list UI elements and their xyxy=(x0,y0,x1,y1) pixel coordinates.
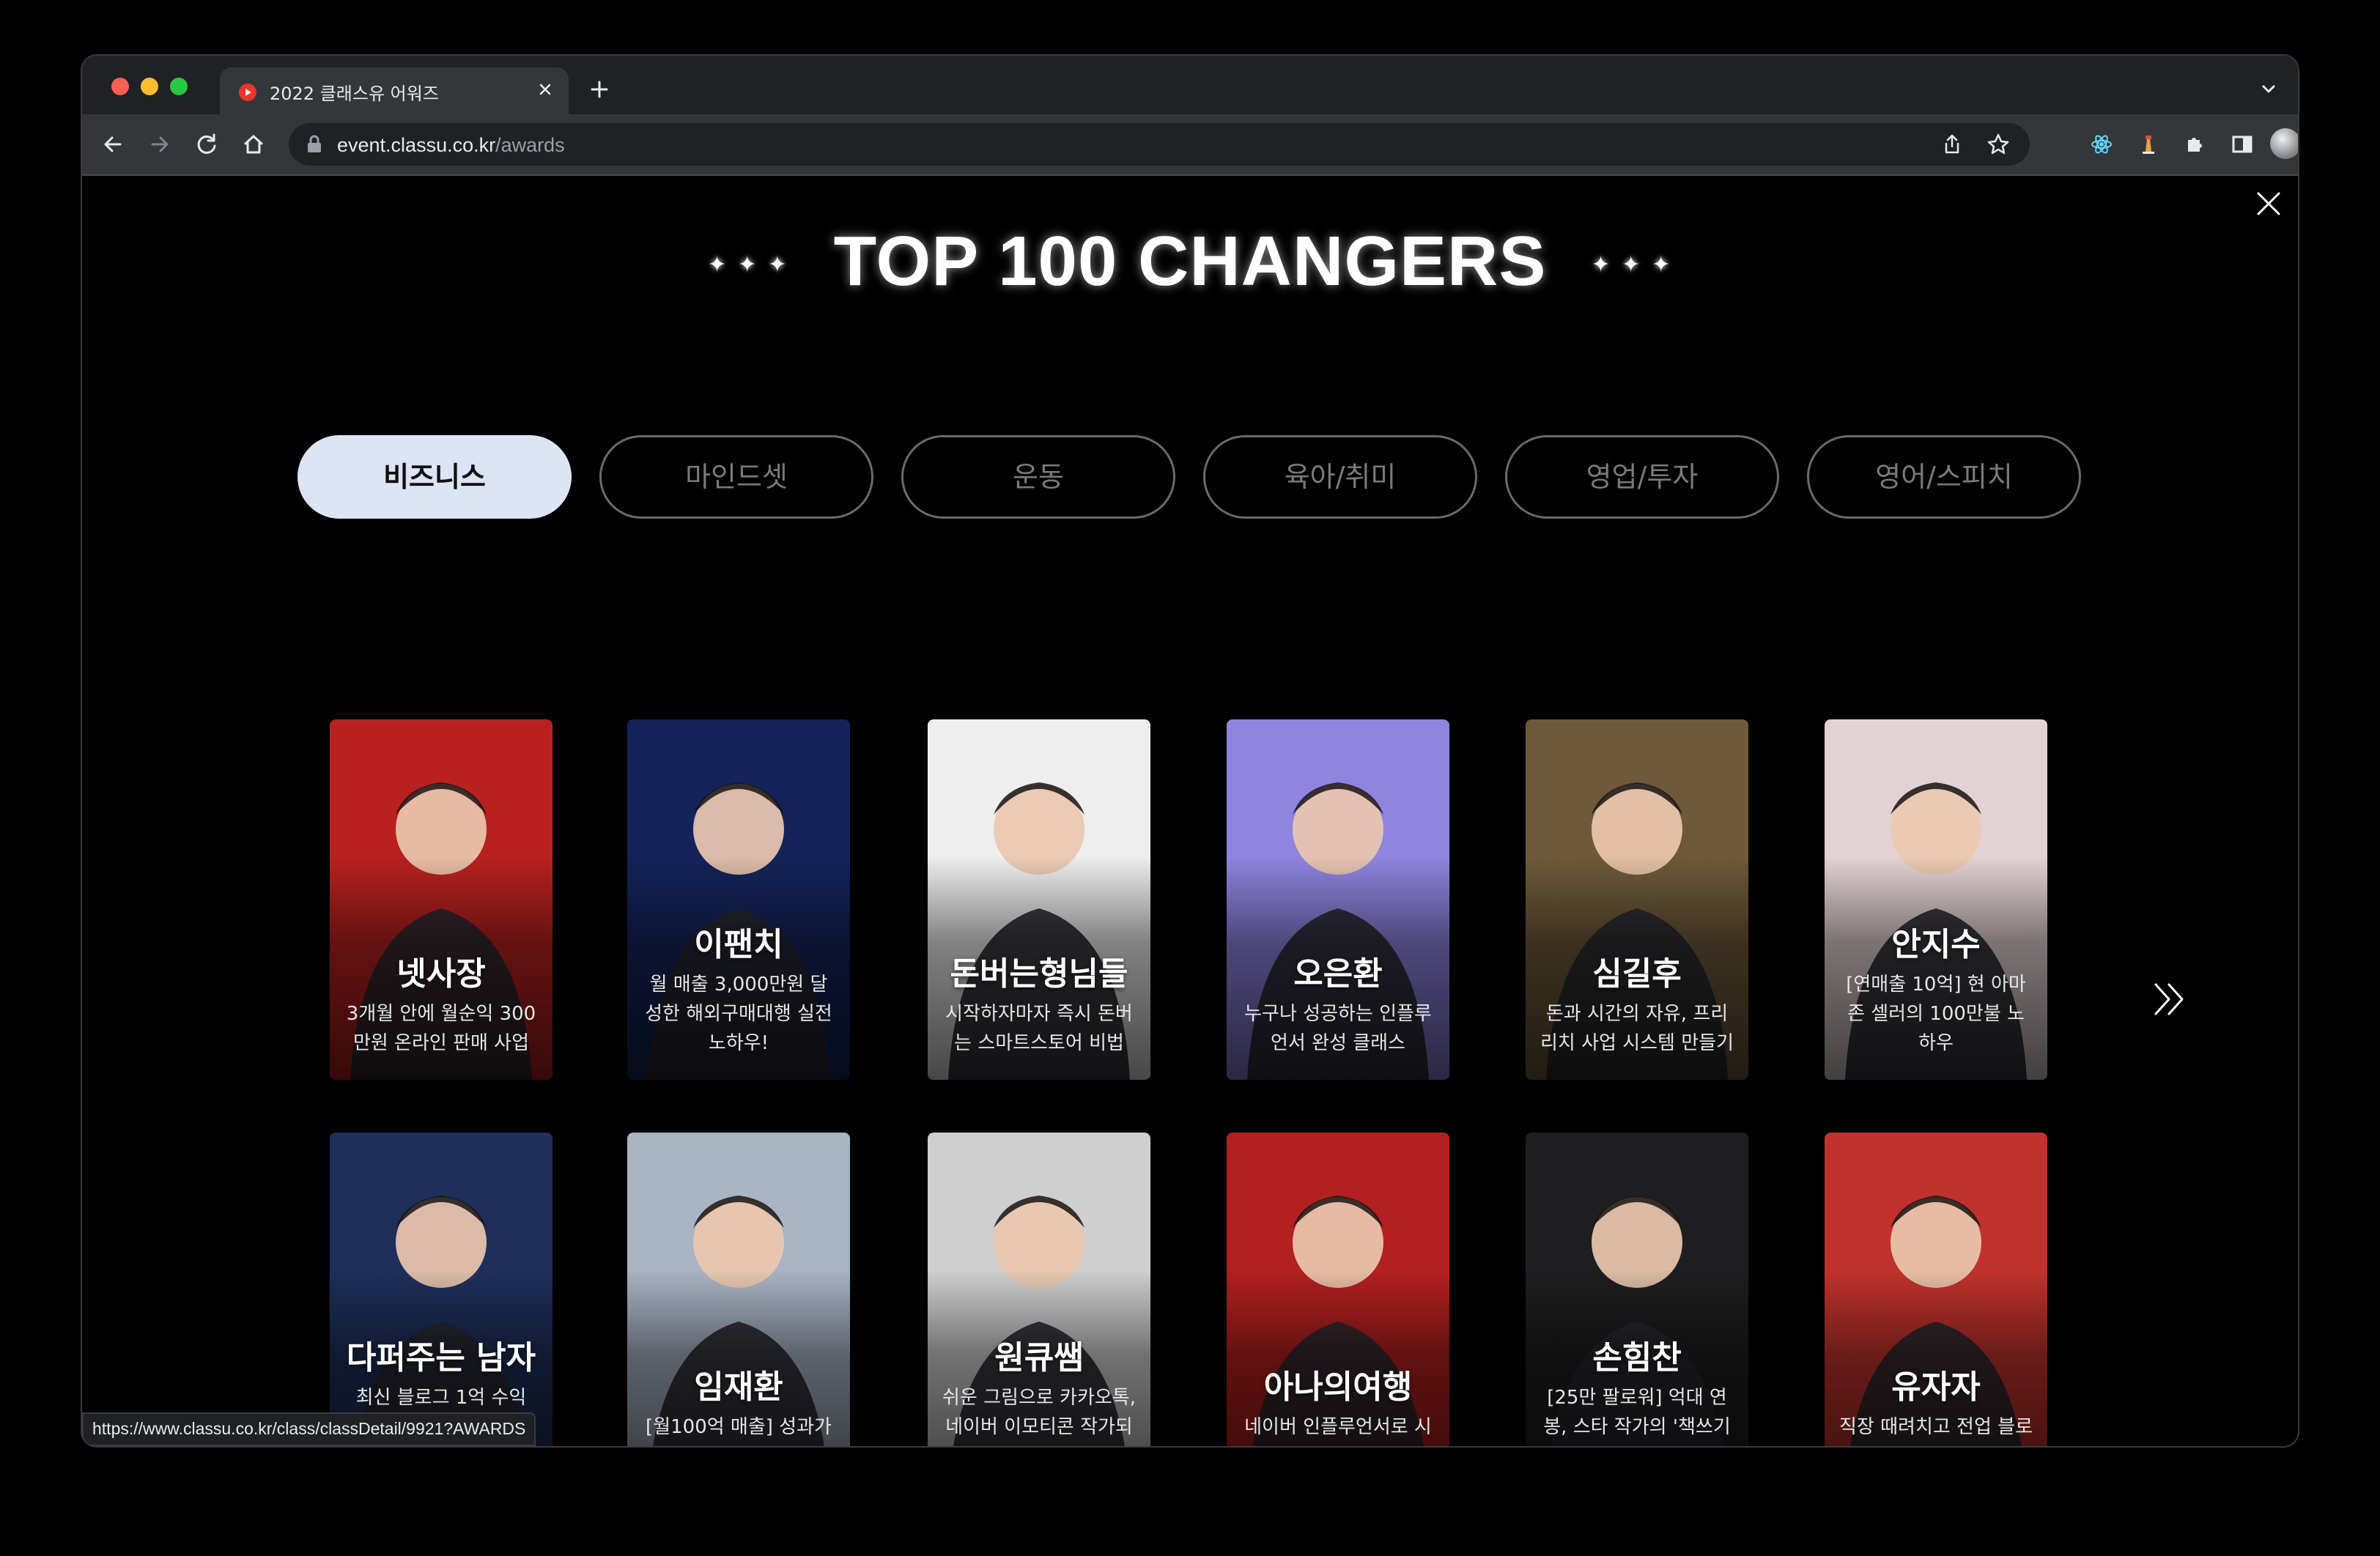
card-name: 임재환 xyxy=(694,1368,783,1406)
double-chevron-right-icon[interactable] xyxy=(2150,979,2191,1020)
browser-toolbar: event.classu.co.kr/awards xyxy=(82,114,2298,176)
card-description: 시작하자마자 즉시 돈버는 스마트스토어 비법 xyxy=(945,1003,1133,1054)
card-info: 돈버는형님들시작하자마자 즉시 돈버는 스마트스토어 비법 xyxy=(928,957,1150,1058)
star-icon[interactable] xyxy=(1986,132,2011,157)
card-info: 원큐쌤쉬운 그림으로 카카오톡, 네이버 이모티콘 작가되기 xyxy=(928,1339,1150,1447)
card-info: 이팬치월 매출 3,000만원 달성한 해외구매대행 실전 노하우! xyxy=(627,927,850,1058)
reload-icon[interactable] xyxy=(192,130,221,159)
card-info: 유자자직장 때려치고 전업 블로그로 대기업 연봉벌기! xyxy=(1825,1368,2047,1447)
card-description: 네이버 인플루언서로 시간당 10만원 수익! xyxy=(1244,1416,1432,1446)
card-name: 심길후 xyxy=(1592,955,1682,993)
minimize-window-button[interactable] xyxy=(141,78,158,95)
card-info: 심길후돈과 시간의 자유, 프리리치 사업 시스템 만들기 xyxy=(1526,957,1748,1058)
address-bar[interactable]: event.classu.co.kr/awards xyxy=(289,123,2030,166)
card-description: [월100억 매출] 성과가 따라오는 마케팅 본질 xyxy=(646,1416,832,1446)
changer-card[interactable]: 손힘찬 [25만 팔로워] 억대 연봉, 스타 작가의 '책쓰기 노하우' xyxy=(1526,1133,1748,1446)
changer-card[interactable]: 안지수 [연매출 10억] 현 아마존 셀러의 100만불 노하우 xyxy=(1825,719,2047,1080)
card-info: 넷사장 3개월 안에 월순익 300만원 온라인 판매 사업 xyxy=(330,957,552,1058)
card-info: 임재환 [월100억 매출] 성과가 따라오는 마케팅 본질 xyxy=(627,1368,850,1447)
card-info: 손힘찬 [25만 팔로워] 억대 연봉, 스타 작가의 '책쓰기 노하우' xyxy=(1526,1339,1748,1447)
card-name: 아나의여행 xyxy=(1263,1368,1413,1406)
card-description: 쉬운 그림으로 카카오톡, 네이버 이모티콘 작가되기 xyxy=(942,1387,1136,1446)
card-description: 3개월 안에 월순익 300만원 온라인 판매 사업 xyxy=(346,1003,536,1054)
card-name: 원큐쌤 xyxy=(994,1339,1084,1377)
card-name: 이팬치 xyxy=(694,926,783,963)
forward-arrow-icon[interactable] xyxy=(145,130,174,159)
close-icon[interactable] xyxy=(2252,188,2285,220)
changer-card[interactable]: 유자자직장 때려치고 전업 블로그로 대기업 연봉벌기! xyxy=(1825,1133,2047,1446)
card-name: 안지수 xyxy=(1891,926,1981,963)
profile-avatar[interactable] xyxy=(2270,128,2298,159)
category-tab-exercise[interactable]: 운동 xyxy=(901,435,1175,519)
url-text: event.classu.co.kr/awards xyxy=(337,134,565,156)
changer-card[interactable]: 심길후돈과 시간의 자유, 프리리치 사업 시스템 만들기 xyxy=(1526,719,1748,1080)
tab-strip: 2022 클래스유 어워즈 xyxy=(82,56,2298,114)
card-info: 안지수 [연매출 10억] 현 아마존 셀러의 100만불 노하우 xyxy=(1825,927,2047,1058)
card-description: 직장 때려치고 전업 블로그로 대기업 연봉벌기! xyxy=(1839,1416,2033,1446)
changer-card[interactable]: 임재환 [월100억 매출] 성과가 따라오는 마케팅 본질 xyxy=(627,1133,850,1446)
plus-icon[interactable] xyxy=(588,78,611,101)
changer-card[interactable]: 돈버는형님들시작하자마자 즉시 돈버는 스마트스토어 비법 xyxy=(928,719,1150,1080)
lighthouse-extension-icon[interactable] xyxy=(2134,130,2163,159)
card-description: [25만 팔로워] 억대 연봉, 스타 작가의 '책쓰기 노하우' xyxy=(1543,1387,1731,1446)
category-tab-mindset[interactable]: 마인드셋 xyxy=(599,435,873,519)
changer-card[interactable]: 오은환누구나 성공하는 인플루언서 완성 클래스 xyxy=(1227,719,1449,1080)
card-description: [연매출 10억] 현 아마존 셀러의 100만불 노하우 xyxy=(1846,974,2026,1054)
card-description: 돈과 시간의 자유, 프리리치 사업 시스템 만들기 xyxy=(1540,1003,1734,1054)
changer-card[interactable]: 아나의여행네이버 인플루언서로 시간당 10만원 수익! xyxy=(1227,1133,1449,1446)
back-arrow-icon[interactable] xyxy=(98,130,128,159)
changer-card[interactable]: 이팬치월 매출 3,000만원 달성한 해외구매대행 실전 노하우! xyxy=(627,719,850,1080)
card-name: 유자자 xyxy=(1891,1368,1981,1406)
react-extension-icon[interactable] xyxy=(2087,130,2116,159)
lock-icon[interactable] xyxy=(306,135,322,154)
category-tab-sales-investment[interactable]: 영업/투자 xyxy=(1505,435,1779,519)
category-tab-business[interactable]: 비즈니스 xyxy=(298,435,572,519)
share-icon[interactable] xyxy=(1940,133,1964,156)
zoom-window-button[interactable] xyxy=(170,78,188,95)
card-info: 오은환누구나 성공하는 인플루언서 완성 클래스 xyxy=(1227,957,1449,1058)
card-name: 손힘찬 xyxy=(1592,1339,1682,1377)
changer-card[interactable]: 원큐쌤쉬운 그림으로 카카오톡, 네이버 이모티콘 작가되기 xyxy=(928,1133,1150,1446)
home-icon[interactable] xyxy=(239,130,268,159)
changer-card[interactable]: 넷사장 3개월 안에 월순익 300만원 온라인 판매 사업 xyxy=(330,719,552,1080)
card-name: 다퍼주는 남자 xyxy=(346,1339,536,1377)
card-name: 넷사장 xyxy=(396,955,486,993)
card-description: 월 매출 3,000만원 달성한 해외구매대행 실전 노하우! xyxy=(645,974,832,1054)
browser-window: 2022 클래스유 어워즈 event.classu.co.kr/awards … xyxy=(82,56,2298,1446)
browser-tab[interactable]: 2022 클래스유 어워즈 xyxy=(220,67,569,114)
close-icon[interactable] xyxy=(533,78,557,101)
category-tab-parenting-hobby[interactable]: 육아/취미 xyxy=(1203,435,1477,519)
classu-logo-icon xyxy=(239,84,256,101)
category-tab-english-speech[interactable]: 영어/스피치 xyxy=(1807,435,2081,519)
card-name: 돈버는형님들 xyxy=(950,955,1128,993)
page-title: TOP 100 CHANGERS xyxy=(833,222,1547,300)
changer-card[interactable]: 다퍼주는 남자최신 블로그 1억 수익 종결판! 상위노출 100% 가능 xyxy=(330,1133,552,1446)
tab-title: 2022 클래스유 어워즈 xyxy=(270,84,439,104)
card-name: 오은환 xyxy=(1293,955,1383,993)
puzzle-icon[interactable] xyxy=(2181,130,2210,159)
link-status-bubble: https://www.classu.co.kr/class/classDeta… xyxy=(82,1412,536,1446)
page-content: ✦✦✦ TOP 100 CHANGERS ✦✦✦ 비즈니스 마인드셋 운동 육아… xyxy=(82,176,2298,1446)
chevron-down-icon[interactable] xyxy=(2257,78,2280,101)
sparkle-decoration-right: ✦✦✦ xyxy=(1592,252,1682,278)
card-description: 누구나 성공하는 인플루언서 완성 클래스 xyxy=(1244,1003,1432,1054)
side-panel-icon[interactable] xyxy=(2228,130,2257,159)
card-info: 아나의여행네이버 인플루언서로 시간당 10만원 수익! xyxy=(1227,1368,1449,1447)
close-window-button[interactable] xyxy=(111,78,129,95)
